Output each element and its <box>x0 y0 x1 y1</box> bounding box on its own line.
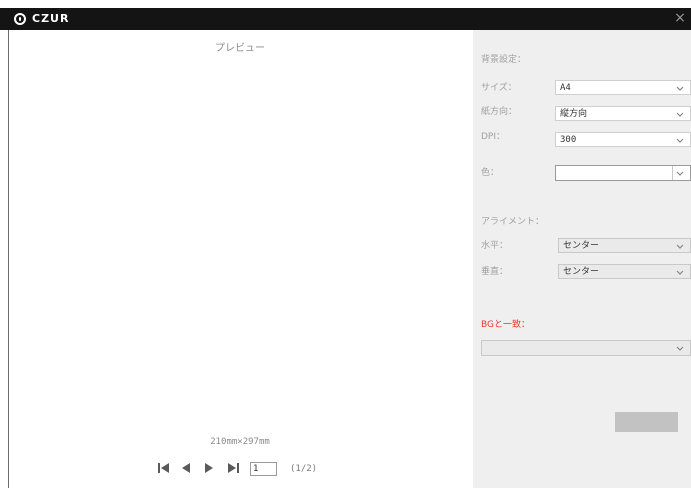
chevron-down-icon <box>676 270 684 275</box>
window-left-border <box>8 30 9 488</box>
page-count: (1/2) <box>290 464 318 474</box>
color-label: 色： <box>481 168 500 178</box>
size-select[interactable]: A4 <box>555 80 691 95</box>
match-bg-select[interactable] <box>481 340 691 356</box>
dpi-select[interactable]: 300 <box>555 132 691 147</box>
horizontal-value: センター <box>563 241 600 251</box>
first-page-icon[interactable] <box>158 462 170 474</box>
next-page-button[interactable] <box>204 462 214 476</box>
size-value: A4 <box>560 83 571 93</box>
vertical-value: センター <box>563 267 600 277</box>
last-page-button[interactable] <box>227 462 239 476</box>
vertical-label: 垂直： <box>481 267 509 277</box>
horizontal-select[interactable]: センター <box>558 238 691 253</box>
chevron-down-icon <box>676 244 684 249</box>
app-logo: CZUR <box>14 11 69 27</box>
alignment-header: アライメント： <box>481 217 545 227</box>
dpi-value: 300 <box>560 135 577 145</box>
color-select-divider <box>672 166 673 180</box>
chevron-down-icon <box>676 86 684 91</box>
size-label: サイズ： <box>481 83 517 93</box>
chevron-down-icon <box>676 171 684 176</box>
orientation-value: 縦方向 <box>560 109 588 119</box>
preview-title: プレビュー <box>215 43 265 54</box>
background-settings-header: 背景設定： <box>481 55 527 65</box>
first-page-button[interactable] <box>158 462 170 476</box>
next-page-icon[interactable] <box>204 462 214 474</box>
page-number-input[interactable]: 1 <box>250 462 277 476</box>
last-page-icon[interactable] <box>227 462 239 474</box>
app-name: CZUR <box>32 12 70 25</box>
match-bg-label: BGと一致： <box>481 320 530 330</box>
orientation-select[interactable]: 縦方向 <box>555 106 691 121</box>
close-icon[interactable]: × <box>674 10 686 26</box>
chevron-down-icon <box>676 112 684 117</box>
prev-page-button[interactable] <box>181 462 191 476</box>
dpi-label: DPI： <box>481 132 506 142</box>
logo-icon <box>14 13 26 25</box>
orientation-label: 紙方向： <box>481 107 518 117</box>
paper-size-label: 210mm×297mm <box>210 437 270 447</box>
title-bar: CZUR × <box>0 8 691 30</box>
horizontal-label: 水平： <box>481 241 509 251</box>
print-settings-window: CZUR × プレビュー 210mm×297mm 1 (1/2) 背景設定： サ… <box>0 0 691 488</box>
chevron-down-icon <box>676 346 684 351</box>
color-select[interactable] <box>555 165 691 181</box>
chevron-down-icon <box>676 138 684 143</box>
prev-page-icon[interactable] <box>181 462 191 474</box>
vertical-select[interactable]: センター <box>558 264 691 279</box>
close-button[interactable]: × <box>673 10 687 26</box>
apply-button[interactable] <box>615 412 678 432</box>
